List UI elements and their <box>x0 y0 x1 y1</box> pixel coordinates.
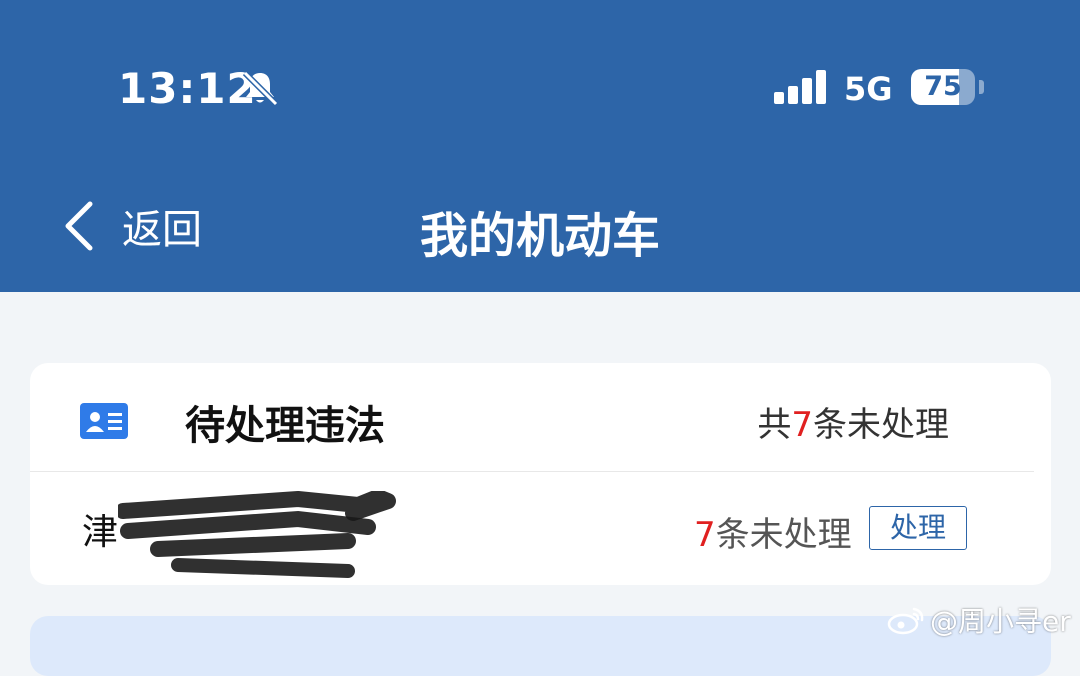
summary-count: 7 <box>791 405 813 445</box>
row-pending-count: 7条未处理 <box>694 507 852 556</box>
row-count-suffix: 条未处理 <box>715 515 852 555</box>
card-divider <box>30 471 1034 472</box>
card-title: 待处理违法 <box>185 403 385 449</box>
id-card-icon <box>80 403 128 439</box>
page-title: 我的机动车 <box>419 208 660 264</box>
status-time: 13:12 <box>118 64 257 113</box>
summary-prefix: 共 <box>757 405 792 445</box>
redaction-scribble <box>118 491 396 578</box>
signal-bars-icon <box>774 70 828 104</box>
app-header: 13:12 5G 75 返回 我的机动车 <box>0 0 1080 292</box>
battery-indicator: 75 <box>911 69 975 105</box>
weibo-watermark: @周小寻er <box>886 600 1071 640</box>
handle-violation-button[interactable]: 处理 <box>869 506 967 550</box>
summary-suffix: 条未处理 <box>813 405 949 445</box>
row-count-number: 7 <box>694 515 716 555</box>
network-type: 5G <box>844 70 893 108</box>
total-pending-summary: 共7条未处理 <box>757 397 949 446</box>
weibo-icon <box>887 607 924 635</box>
bell-slash-icon <box>242 70 279 107</box>
license-plate: 津 <box>82 512 119 553</box>
battery-tip <box>979 80 984 94</box>
battery-level: 75 <box>924 71 962 102</box>
watermark-text: @周小寻er <box>930 605 1071 638</box>
pending-violations-card: 待处理违法 共7条未处理 津 7条未处理 处理 <box>30 363 1051 585</box>
